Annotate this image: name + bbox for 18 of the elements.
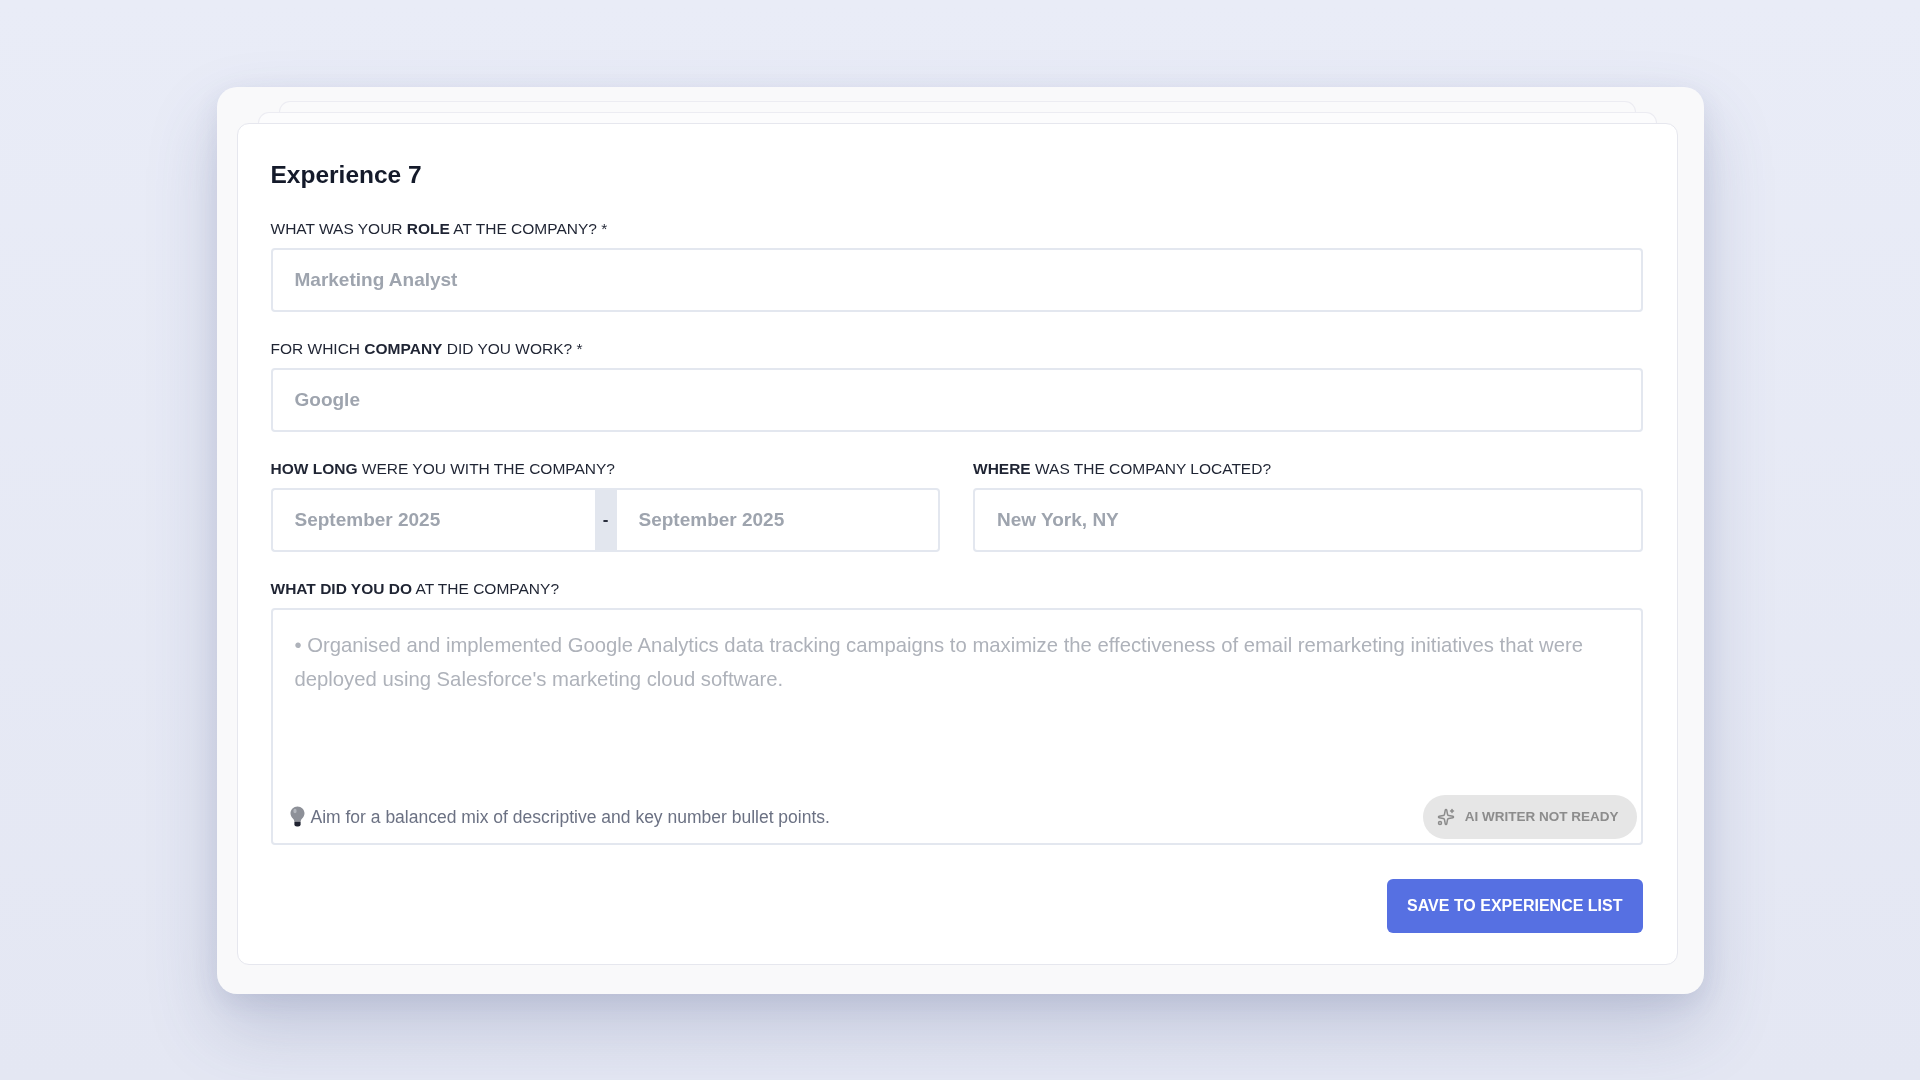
lightbulb-icon xyxy=(289,806,305,827)
field-label: FOR WHICH COMPANY DID YOU WORK? * xyxy=(270,338,584,359)
field-label: WHAT WAS YOUR ROLE AT THE COMPANY? * xyxy=(270,218,609,239)
text-field[interactable]: New York, NY xyxy=(973,487,1643,552)
description-box[interactable] xyxy=(270,607,1643,845)
form-title: Experience 7 xyxy=(270,159,423,190)
hint-text: Aim for a balanced mix of descriptive and key number bullet points. xyxy=(310,805,830,828)
field-label: HOW LONG WERE YOU WITH THE COMPANY? xyxy=(270,458,616,479)
date-field[interactable]: September 2025 xyxy=(270,487,595,552)
date-separator: - xyxy=(594,487,617,552)
field-label: WHAT DID YOU DO AT THE COMPANY? xyxy=(270,578,561,599)
save-button[interactable]: SAVE TO EXPERIENCE LIST xyxy=(1387,878,1643,933)
text-field[interactable]: Google xyxy=(270,367,1643,432)
sparkles-icon xyxy=(1436,807,1455,826)
text-field[interactable]: Marketing Analyst xyxy=(270,247,1643,312)
description-field[interactable]: • Organised and implemented Google Analytics data tracking campaigns to maximize the effectiveness of email remarketing initiatives that were deployed using Salesforce's marketing cloud software. xyxy=(272,609,1641,795)
date-field[interactable]: September 2025 xyxy=(616,487,940,552)
field-label: WHERE WAS THE COMPANY LOCATED? xyxy=(973,458,1272,479)
